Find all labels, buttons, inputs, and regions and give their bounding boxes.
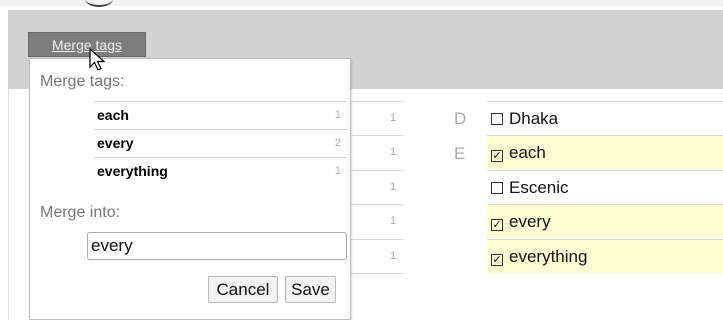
tag-item-each[interactable]: ✓ each xyxy=(487,135,723,169)
merge-tag-count: 2 xyxy=(334,137,341,149)
merge-tag-name: everything xyxy=(97,163,168,179)
bg-row-divider xyxy=(350,101,404,102)
merge-tags-button[interactable]: Merge tags xyxy=(28,32,146,57)
merge-tag-list: each 1 every 2 everything 1 xyxy=(94,101,347,185)
tag-label: Dhaka xyxy=(509,109,559,128)
tag-label: each xyxy=(509,143,546,162)
checkbox-icon[interactable]: ✓ xyxy=(491,150,503,162)
cancel-button[interactable]: Cancel xyxy=(208,276,278,303)
page: 1 1 1 1 1 D E Dhaka ✓ each Escenic ✓ every… xyxy=(0,0,723,320)
merge-tag-count: 1 xyxy=(334,165,341,177)
bg-row-divider xyxy=(350,239,404,240)
bg-row-divider xyxy=(350,273,404,274)
bg-count: 1 xyxy=(390,250,397,262)
tag-item-every[interactable]: ✓ every xyxy=(487,204,723,238)
tag-label: everything xyxy=(509,247,588,266)
bg-row-divider xyxy=(350,204,404,205)
merge-tags-popup: Merge tags: each 1 every 2 everything 1 … xyxy=(29,58,351,320)
tag-item-escenic[interactable]: Escenic xyxy=(487,170,723,204)
merge-list-item: each 1 xyxy=(94,101,347,129)
index-letter-d: D xyxy=(454,109,467,128)
checkbox-icon[interactable] xyxy=(491,113,503,125)
merge-list-item: every 2 xyxy=(94,129,347,157)
checkbox-icon[interactable] xyxy=(491,182,503,194)
tag-label: Escenic xyxy=(509,178,569,197)
merge-into-label: Merge into: xyxy=(40,204,121,221)
merge-tag-name: every xyxy=(97,135,134,151)
merge-tag-count: 1 xyxy=(334,109,341,121)
bg-count: 1 xyxy=(390,181,397,193)
merge-into-input[interactable] xyxy=(87,232,347,260)
tag-item-everything[interactable]: ✓ everything xyxy=(487,239,723,273)
merge-list-item: everything 1 xyxy=(94,157,347,185)
checkbox-icon[interactable]: ✓ xyxy=(491,254,503,266)
merge-tag-name: each xyxy=(97,107,129,123)
mouse-pointer-icon xyxy=(89,48,106,71)
popup-title: Merge tags: xyxy=(40,73,125,90)
save-button[interactable]: Save xyxy=(285,276,336,303)
bg-count: 1 xyxy=(390,112,397,124)
checkbox-icon[interactable]: ✓ xyxy=(491,219,503,231)
bg-row-divider xyxy=(350,135,404,136)
index-letter-e: E xyxy=(454,144,466,163)
bg-count: 1 xyxy=(390,215,397,227)
tag-label: every xyxy=(509,212,551,231)
left-divider xyxy=(8,89,9,320)
tag-item-dhaka[interactable]: Dhaka xyxy=(487,101,723,135)
bg-count: 1 xyxy=(390,146,397,158)
bg-row-divider xyxy=(350,170,404,171)
